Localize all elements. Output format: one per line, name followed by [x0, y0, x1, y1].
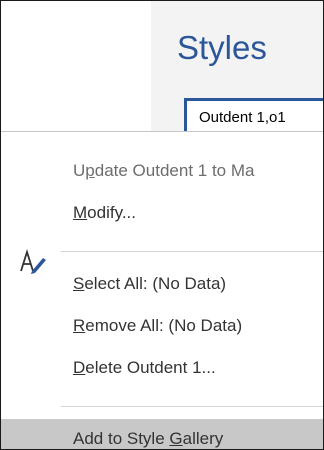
- styles-pane-title: Styles: [177, 29, 267, 66]
- menu-item-add-to-gallery[interactable]: Add to Style Gallery: [73, 430, 223, 447]
- menu-separator: [61, 251, 323, 252]
- menu-item-update-style[interactable]: Update Outdent 1 to Ma: [73, 162, 254, 179]
- menu-item-remove-all[interactable]: Remove All: (No Data): [73, 317, 242, 334]
- modify-style-icon: [20, 249, 46, 274]
- menu-item-delete-style[interactable]: Delete Outdent 1...: [73, 359, 216, 376]
- screenshot-frame: Styles Outdent 1,o1 Update Outdent 1 to …: [0, 0, 324, 450]
- current-style-label: Outdent 1,o1: [199, 109, 286, 126]
- menu-item-modify[interactable]: Modify...: [73, 204, 136, 221]
- menu-separator: [61, 406, 323, 407]
- menu-item-select-all[interactable]: Select All: (No Data): [73, 275, 226, 292]
- style-context-menu: Update Outdent 1 to Ma Modify... Select …: [1, 131, 323, 449]
